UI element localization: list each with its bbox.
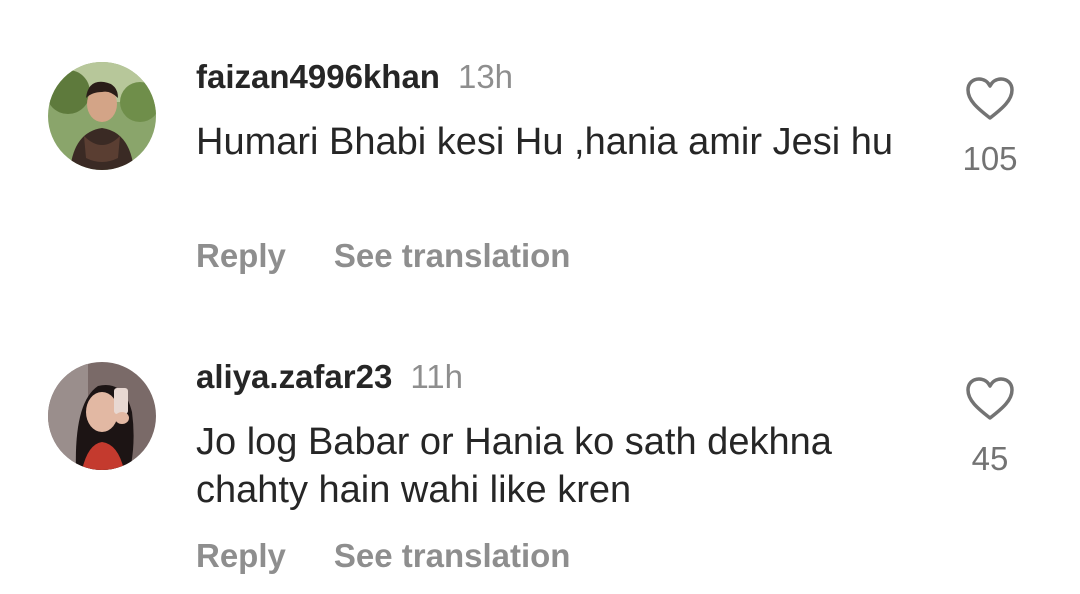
like-count: 45: [971, 440, 1009, 477]
username[interactable]: aliya.zafar23: [196, 358, 392, 395]
avatar[interactable]: [48, 362, 156, 470]
see-translation-button[interactable]: See translation: [334, 537, 571, 574]
comment-actions: Reply See translation: [196, 236, 570, 276]
like-control: 45: [940, 376, 1040, 479]
see-translation-button[interactable]: See translation: [334, 237, 571, 274]
timestamp: 11h: [410, 358, 463, 395]
username[interactable]: faizan4996khan: [196, 58, 440, 95]
reply-button[interactable]: Reply: [196, 537, 286, 574]
comment-meta: aliya.zafar23 11h: [196, 357, 463, 397]
comment-meta: faizan4996khan 13h: [196, 57, 513, 97]
like-control: 105: [940, 76, 1040, 179]
profile-photo-woman-icon: [48, 362, 156, 470]
avatar[interactable]: [48, 62, 156, 170]
comment-text: Humari Bhabi kesi Hu ,hania amir Jesi hu: [196, 121, 893, 163]
heart-icon[interactable]: [965, 376, 1015, 422]
profile-photo-man-icon: [48, 62, 156, 170]
timestamp: 13h: [457, 58, 514, 95]
comment-text: Jo log Babar or Hania ko sath dekhna cha…: [196, 421, 832, 511]
reply-button[interactable]: Reply: [196, 237, 286, 274]
like-count: 105: [962, 140, 1018, 177]
heart-icon[interactable]: [965, 76, 1015, 122]
comment-item: faizan4996khan 13h Humari Bhabi kesi Hu ,…: [0, 0, 1080, 300]
comment-actions: Reply See translation: [196, 536, 570, 576]
comment-item: aliya.zafar23 11h Jo log Babar or Hania k…: [0, 300, 1080, 594]
